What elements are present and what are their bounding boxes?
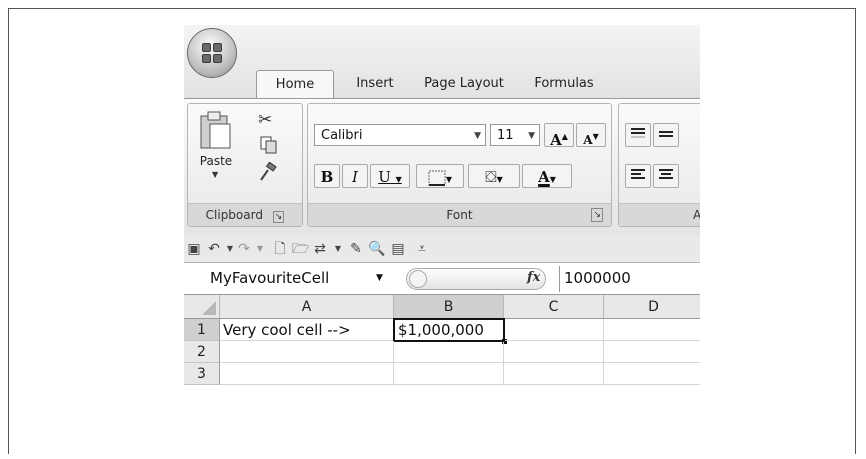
- customize-toolbar-icon[interactable]: ⩡: [414, 241, 430, 257]
- font-color-button[interactable]: A▼: [522, 164, 572, 188]
- camera-icon[interactable]: ▤: [390, 241, 406, 257]
- borders-icon: [428, 170, 446, 186]
- align-middle-icon: [659, 131, 673, 137]
- font-group: Calibri ▼ 11 ▼ A▲ A▼ B I U ▼ ▼ ⛋▼ A▼ Fon…: [307, 103, 612, 227]
- cell-a2[interactable]: [220, 341, 394, 363]
- cell-c1[interactable]: [505, 319, 604, 341]
- tab-page-layout[interactable]: Page Layout: [414, 70, 514, 98]
- alignment-group-label: A: [619, 203, 700, 226]
- chevron-down-icon: ▼: [212, 170, 219, 179]
- dialog-launcher-icon[interactable]: ↘: [591, 208, 603, 222]
- paste-label: Paste: [199, 154, 233, 168]
- formula-bar: MyFavouriteCell ▼ fx 1000000: [184, 263, 700, 295]
- row-header-2[interactable]: 2: [184, 341, 220, 363]
- shrink-font-label: A: [583, 133, 593, 147]
- italic-button[interactable]: I: [342, 164, 368, 188]
- chevron-down-icon[interactable]: ▼: [252, 241, 268, 257]
- cell-d3[interactable]: [604, 363, 700, 385]
- undo-icon[interactable]: ↶: [206, 241, 222, 257]
- share-icon[interactable]: ⇄: [312, 241, 328, 257]
- grow-font-label: A: [550, 131, 562, 149]
- align-left-button[interactable]: [625, 164, 651, 188]
- paste-button[interactable]: Paste ▼: [194, 108, 238, 184]
- spreadsheet-grid: A B C D 1 2 3 Very cool cell --> $1,000,…: [184, 295, 700, 450]
- excel-window: Home Insert Page Layout Formulas Paste ▼…: [184, 25, 700, 450]
- clipboard-group: Paste ▼ ✂ Clipboard ↘: [187, 103, 303, 227]
- align-top-icon: [631, 128, 645, 138]
- select-all-corner[interactable]: [184, 295, 220, 319]
- quick-access-toolbar: ▣ ↶ ▼ ↷ ▼ 🗋 🗁 ⇄ ▼ ✎ 🔍 ▤ ⩡: [184, 235, 700, 263]
- grow-font-button[interactable]: A▲: [544, 123, 574, 149]
- align-middle-button[interactable]: [653, 123, 679, 147]
- tab-insert[interactable]: Insert: [342, 70, 408, 98]
- row-header-1[interactable]: 1: [184, 319, 220, 341]
- dialog-launcher-icon[interactable]: ↘: [272, 211, 285, 223]
- insert-function-button[interactable]: fx: [527, 270, 540, 285]
- format-painter-icon[interactable]: ✎: [348, 241, 364, 257]
- align-left-icon: [631, 169, 645, 179]
- column-header-b[interactable]: B: [394, 295, 504, 319]
- office-logo-icon: [202, 43, 222, 63]
- align-center-button[interactable]: [653, 164, 679, 188]
- cell-c3[interactable]: [504, 363, 604, 385]
- ribbon-home: Paste ▼ ✂ Clipboard ↘ Calibri ▼ 11 ▼ A▲ …: [184, 98, 700, 235]
- cell-b3[interactable]: [394, 363, 504, 385]
- column-header-d[interactable]: D: [604, 295, 700, 319]
- alignment-group: A: [618, 103, 700, 227]
- redo-icon[interactable]: ↷: [236, 241, 252, 257]
- cell-d1[interactable]: [604, 319, 700, 341]
- formula-divider: [559, 266, 560, 292]
- row-header-3[interactable]: 3: [184, 363, 220, 385]
- select-all-icon: [202, 301, 216, 315]
- font-name-value: Calibri: [321, 128, 363, 143]
- cell-c2[interactable]: [504, 341, 604, 363]
- name-box[interactable]: MyFavouriteCell ▼: [184, 263, 394, 294]
- fill-color-button[interactable]: ⛋▼: [468, 164, 520, 188]
- chevron-down-icon: ▼: [474, 131, 481, 141]
- clipboard-group-label: Clipboard ↘: [188, 203, 302, 226]
- align-center-icon: [659, 169, 673, 179]
- formula-controls: fx: [406, 268, 546, 290]
- clipboard-icon: [200, 111, 231, 149]
- clipboard-label-text: Clipboard: [205, 208, 263, 222]
- font-size-value: 11: [497, 128, 514, 143]
- font-group-label: Font ↘: [308, 203, 611, 226]
- chevron-down-icon: ▼: [528, 131, 535, 141]
- chevron-down-icon[interactable]: ▼: [376, 263, 383, 294]
- cell-a1[interactable]: Very cool cell -->: [220, 319, 394, 341]
- open-folder-icon[interactable]: 🗁: [292, 241, 309, 257]
- ribbon-tab-strip: Home Insert Page Layout Formulas: [184, 25, 700, 98]
- cut-icon[interactable]: ✂: [258, 110, 272, 130]
- font-label-text: Font: [446, 208, 473, 222]
- shrink-font-button[interactable]: A▼: [576, 123, 606, 147]
- chevron-down-icon[interactable]: ▼: [330, 241, 346, 257]
- fill-bucket-icon: ⛋: [485, 168, 497, 186]
- cell-b2[interactable]: [394, 342, 504, 363]
- fx-label: fx: [527, 270, 541, 285]
- new-document-icon[interactable]: 🗋: [272, 241, 288, 257]
- formula-input[interactable]: 1000000: [564, 263, 631, 294]
- save-icon[interactable]: ▣: [186, 241, 202, 257]
- font-name-dropdown[interactable]: Calibri ▼: [314, 124, 486, 146]
- name-box-value: MyFavouriteCell: [210, 269, 330, 287]
- format-painter-icon[interactable]: [258, 162, 278, 182]
- tab-formulas[interactable]: Formulas: [524, 70, 604, 98]
- tab-home[interactable]: Home: [256, 70, 334, 98]
- bold-button[interactable]: B: [314, 164, 340, 188]
- font-size-dropdown[interactable]: 11 ▼: [490, 124, 540, 146]
- cell-b1[interactable]: $1,000,000: [393, 318, 505, 342]
- column-header-a[interactable]: A: [220, 295, 394, 319]
- borders-button[interactable]: ▼: [416, 164, 464, 188]
- underline-label: U: [378, 168, 391, 186]
- copy-icon[interactable]: [260, 136, 278, 154]
- print-preview-icon[interactable]: 🔍: [368, 241, 385, 257]
- cell-d2[interactable]: [604, 341, 700, 363]
- cell-a3[interactable]: [220, 363, 394, 385]
- underline-button[interactable]: U ▼: [370, 164, 410, 188]
- resize-handle-icon[interactable]: [409, 270, 427, 288]
- font-color-label: A: [538, 168, 550, 186]
- align-top-button[interactable]: [625, 123, 651, 147]
- office-button[interactable]: [187, 28, 237, 78]
- column-header-c[interactable]: C: [504, 295, 604, 319]
